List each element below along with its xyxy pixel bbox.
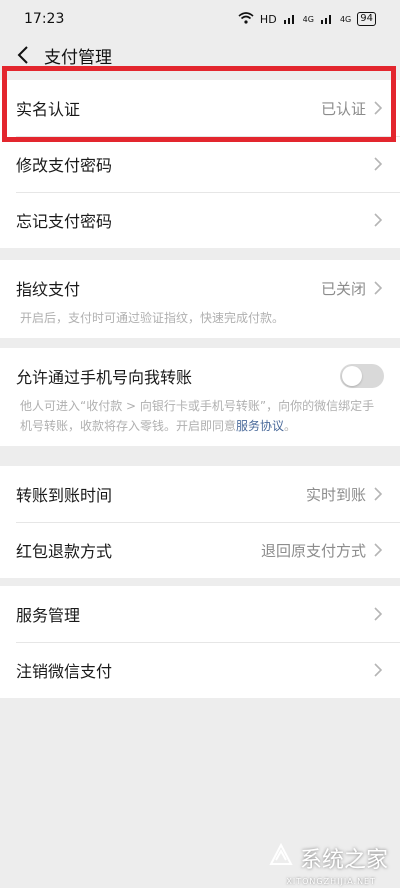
redpacket-refund-value: 退回原支付方式	[260, 541, 366, 560]
chevron-right-icon	[374, 213, 384, 227]
back-arrow-icon[interactable]	[12, 44, 34, 66]
chevron-right-icon	[374, 281, 384, 295]
watermark-logo-icon	[268, 842, 294, 874]
real-name-value: 已认证	[320, 99, 366, 118]
status-bar: 17:23 HD 4G 4G 94	[0, 0, 400, 38]
service-agreement-link[interactable]: 服务协议	[236, 419, 284, 433]
real-name-row[interactable]: 实名认证 已认证	[0, 80, 400, 136]
real-name-label: 实名认证	[16, 100, 81, 119]
transfer-time-value: 实时到账	[305, 485, 366, 504]
status-icons: HD 4G 4G 94	[238, 11, 376, 27]
signal-label-2: 4G	[339, 14, 352, 24]
phone-transfer-label: 允许通过手机号向我转账	[16, 368, 193, 387]
transfer-time-row[interactable]: 转账到账时间 实时到账	[0, 466, 400, 522]
service-management-row[interactable]: 服务管理	[0, 586, 400, 642]
redpacket-refund-row[interactable]: 红包退款方式 退回原支付方式	[0, 522, 400, 578]
service-group: 服务管理 注销微信支付	[0, 586, 400, 698]
toggle-knob	[342, 366, 362, 386]
battery-icon: 94	[357, 12, 376, 26]
fingerprint-group: 指纹支付 已关闭 开启后，支付时可通过验证指纹，快速完成付款。	[0, 260, 400, 338]
chevron-right-icon	[374, 487, 384, 501]
chevron-right-icon	[374, 157, 384, 171]
wifi-icon	[238, 11, 254, 27]
fingerprint-label: 指纹支付	[16, 280, 81, 299]
chevron-right-icon	[374, 101, 384, 115]
status-time: 17:23	[24, 11, 65, 27]
transfer-time-label: 转账到账时间	[16, 486, 113, 505]
network-label: HD	[259, 12, 277, 26]
phone-transfer-group: 允许通过手机号向我转账 他人可进入“收付款 > 向银行卡或手机号转账”，向你的微…	[0, 348, 400, 446]
watermark: 系统之家	[268, 842, 388, 874]
security-group: 实名认证 已认证 修改支付密码 忘记支付密码	[0, 80, 400, 248]
forgot-password-row[interactable]: 忘记支付密码	[0, 192, 400, 248]
chevron-right-icon	[374, 607, 384, 621]
change-password-row[interactable]: 修改支付密码	[0, 136, 400, 192]
signal-icon-1	[283, 12, 297, 27]
phone-transfer-desc-text: 他人可进入“收付款 > 向银行卡或手机号转账”，向你的微信绑定手机号转账，收款将…	[20, 399, 375, 433]
change-password-label: 修改支付密码	[16, 156, 113, 175]
fingerprint-row[interactable]: 指纹支付 已关闭	[0, 260, 400, 316]
phone-transfer-row: 允许通过手机号向我转账	[0, 348, 400, 404]
phone-transfer-toggle[interactable]	[340, 364, 384, 388]
chevron-right-icon	[374, 543, 384, 557]
signal-icon-2	[320, 12, 334, 27]
watermark-subtext: XITONGZHIJIA.NET	[286, 877, 376, 886]
transfer-group: 转账到账时间 实时到账 红包退款方式 退回原支付方式	[0, 466, 400, 578]
page-title: 支付管理	[44, 47, 112, 68]
cancel-wechat-pay-row[interactable]: 注销微信支付	[0, 642, 400, 698]
fingerprint-value: 已关闭	[320, 279, 366, 298]
service-management-label: 服务管理	[16, 606, 81, 625]
watermark-text: 系统之家	[299, 848, 388, 873]
nav-bar: 支付管理	[0, 38, 400, 72]
forgot-password-label: 忘记支付密码	[16, 212, 113, 231]
redpacket-refund-label: 红包退款方式	[16, 542, 113, 561]
cancel-wechat-pay-label: 注销微信支付	[16, 662, 113, 681]
signal-label-1: 4G	[302, 14, 314, 24]
phone-transfer-desc-end: 。	[284, 419, 297, 433]
chevron-right-icon	[374, 663, 384, 677]
